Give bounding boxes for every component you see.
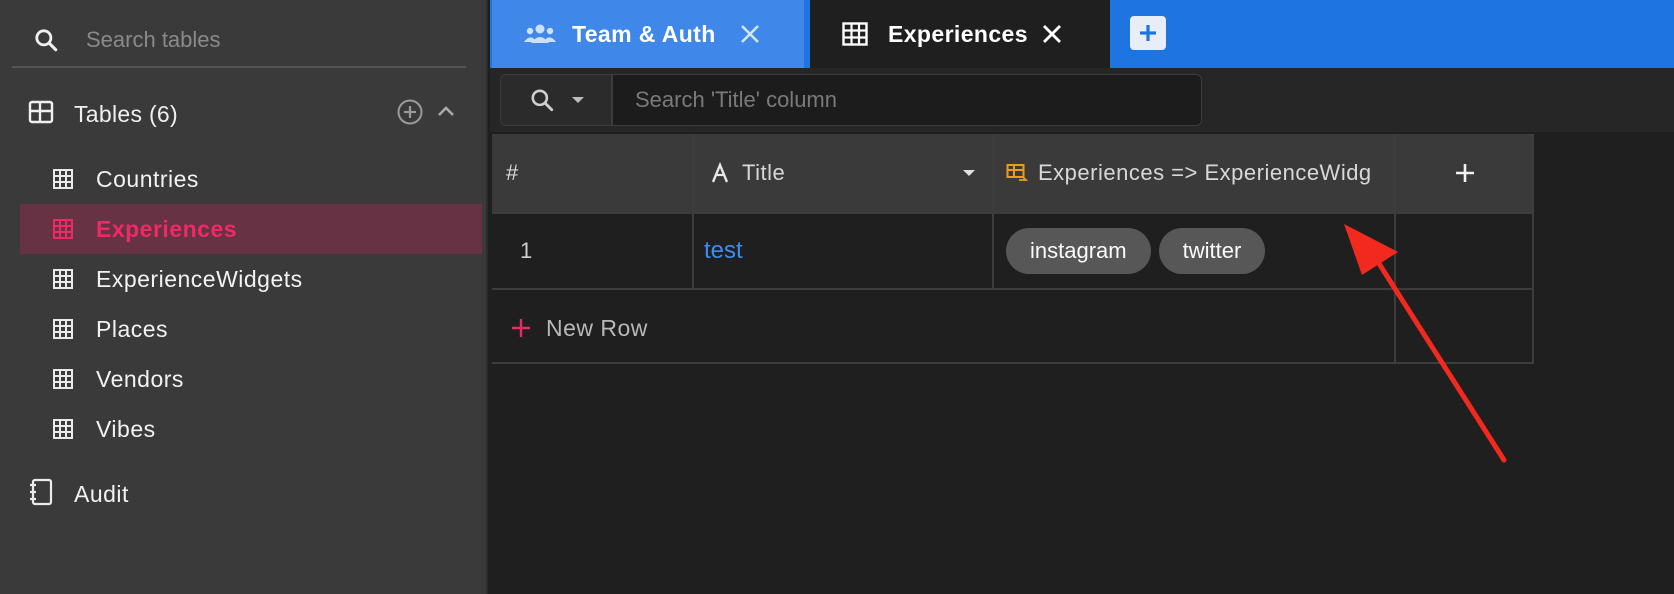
title-value: test [704, 237, 743, 264]
new-row-label: New Row [546, 314, 648, 341]
sidebar-item-audit[interactable]: Audit [28, 474, 129, 514]
title-cell[interactable]: test [694, 214, 992, 288]
column-header-rownum: # [492, 134, 692, 212]
sidebar-item-vibes[interactable]: Vibes [20, 404, 482, 454]
table-icon [52, 418, 74, 440]
tab-label: Experiences [888, 20, 1028, 47]
notebook-icon [28, 478, 54, 511]
new-row-button[interactable]: New Row [510, 308, 648, 348]
table-icon [52, 318, 74, 340]
search-icon [26, 20, 66, 60]
tab-experiences[interactable]: Experiences [810, 0, 1110, 68]
audit-label: Audit [74, 480, 129, 507]
tab-team-auth[interactable]: Team & Auth [492, 0, 804, 68]
add-tab-button[interactable] [1130, 16, 1166, 50]
sidebar: Search tables Tables (6) Countries Exper… [0, 0, 488, 594]
link-chip[interactable]: twitter [1158, 228, 1266, 274]
column-search-input[interactable]: Search 'Title' column [612, 74, 1202, 126]
sidebar-item-label: Vibes [96, 415, 156, 442]
column-header-experience-widgets[interactable]: Experiences => ExperienceWidg [994, 134, 1394, 212]
sidebar-item-places[interactable]: Places [20, 304, 482, 354]
sidebar-item-experiencewidgets[interactable]: ExperienceWidgets [20, 254, 482, 304]
row-number-cell: 1 [492, 214, 692, 288]
plus-icon [1454, 162, 1476, 184]
table-icon [52, 268, 74, 290]
grid-toolbar: Search 'Title' column [490, 68, 1674, 132]
sidebar-item-label: ExperienceWidgets [96, 265, 303, 292]
table-search[interactable]: Search tables [12, 14, 466, 68]
link-table-icon [1006, 163, 1028, 183]
link-chip[interactable]: instagram [1006, 228, 1151, 274]
sidebar-item-label: Vendors [96, 365, 184, 392]
chevron-up-icon[interactable] [434, 100, 458, 129]
column-header-title[interactable]: Title [694, 134, 992, 212]
sidebar-item-experiences[interactable]: Experiences [20, 204, 482, 254]
column-menu-icon[interactable] [962, 168, 976, 178]
tab-label: Team & Auth [572, 20, 716, 47]
add-column-button[interactable] [1396, 134, 1534, 212]
sidebar-item-vendors[interactable]: Vendors [20, 354, 482, 404]
grid-divider [692, 134, 694, 288]
tables-icon [28, 100, 54, 129]
close-icon[interactable] [738, 22, 762, 46]
search-input[interactable]: Search tables [86, 27, 221, 53]
column-search-placeholder: Search 'Title' column [635, 87, 837, 112]
sidebar-item-label: Experiences [96, 215, 238, 242]
sidebar-item-countries[interactable]: Countries [20, 154, 482, 204]
team-icon [524, 23, 556, 45]
table-icon [52, 168, 74, 190]
plus-icon [1137, 22, 1159, 44]
close-icon[interactable] [1040, 22, 1064, 46]
tables-section-header[interactable]: Tables (6) [28, 94, 458, 134]
search-icon [529, 87, 555, 113]
search-field-selector[interactable] [500, 74, 612, 126]
plus-icon [510, 317, 532, 339]
text-type-icon [710, 162, 730, 184]
tables-section-label: Tables (6) [74, 100, 178, 127]
add-table-icon[interactable] [396, 98, 424, 131]
table-icon [52, 368, 74, 390]
annotation-arrow [1344, 224, 1507, 463]
app-root: Search tables Tables (6) Countries Exper… [0, 0, 1674, 594]
grid-divider [992, 134, 994, 288]
caret-down-icon [571, 95, 585, 105]
grid-divider [1532, 134, 1534, 364]
sidebar-item-label: Places [96, 315, 169, 342]
table-icon [842, 22, 868, 46]
tab-bar: Team & Auth Experiences [490, 0, 1674, 68]
sidebar-item-label: Countries [96, 165, 199, 192]
grid-divider [492, 212, 1534, 214]
table-icon [52, 218, 74, 240]
